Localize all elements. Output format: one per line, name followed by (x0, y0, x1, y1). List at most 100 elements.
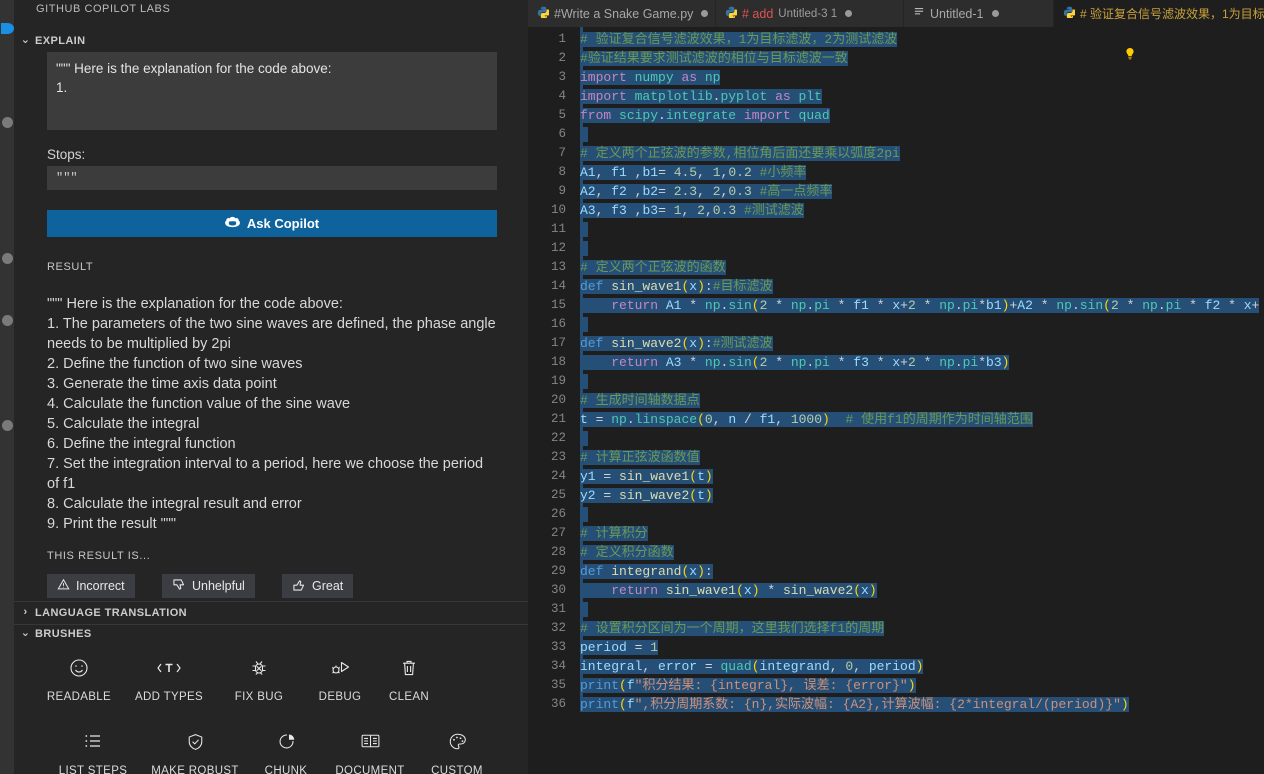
code-line[interactable]: # 定义积分函数 (580, 543, 674, 562)
explain-prompt-textarea[interactable] (47, 52, 497, 130)
code-line[interactable]: return sin_wave1(x) * sin_wave2(x) (580, 581, 877, 600)
code-line[interactable]: A2, f2 ,b2= 2.3, 2,0.3 #高一点频率 (580, 182, 833, 201)
feedback-unhelpful-label: Unhelpful (192, 579, 245, 593)
brush-fix-bug[interactable]: FIX BUG (214, 658, 304, 703)
line-number: 16 (550, 317, 566, 331)
brush-add-types[interactable]: ADD TYPES (124, 658, 214, 703)
line-number: 4 (558, 89, 566, 103)
editor-tab-snake-game[interactable]: #Write a Snake Game.py (528, 0, 716, 27)
code-line[interactable]: # 计算正弦波函数值 (580, 448, 700, 467)
code-line[interactable]: # 验证复合信号滤波效果，1为目标滤波，2为测试滤波 (580, 30, 898, 49)
feedback-great-button[interactable]: Great (282, 574, 354, 598)
chevron-down-icon: ⌄ (20, 627, 31, 639)
unsaved-dot-icon[interactable] (845, 10, 853, 17)
code-line[interactable] (580, 239, 588, 258)
code-line[interactable]: import matplotlib.pyplot as plt (580, 87, 822, 106)
section-label-explain: EXPLAIN (35, 35, 86, 47)
brush-clean[interactable]: CLEAN (364, 658, 454, 703)
editor-tab-untitled-1[interactable]: Untitled-1 (904, 0, 1054, 27)
code-line[interactable]: A1, f1 ,b1= 4.5, 1,0.2 #小频率 (580, 163, 807, 182)
line-number: 27 (550, 526, 566, 540)
line-number: 11 (550, 222, 566, 236)
palette-icon (412, 732, 502, 758)
line-number: 26 (550, 507, 566, 521)
code-line[interactable]: import numpy as np (580, 68, 721, 87)
code-line[interactable] (580, 125, 588, 144)
code-line[interactable] (580, 429, 588, 448)
ask-copilot-button[interactable]: Ask Copilot (47, 210, 497, 237)
line-number-gutter: 1 2 3 4 5 6 7 8 9 10 11 12 13 14 15 16 17 18 19 20 21 22 23 24 2… (528, 27, 580, 774)
activity-item-explorer[interactable] (0, 18, 14, 40)
search-icon (2, 117, 13, 128)
code-line[interactable]: # 设置积分区间为一个周期，这里我们选择f1的周期 (580, 619, 885, 638)
brush-custom[interactable]: CUSTOM (412, 732, 502, 774)
code-line[interactable]: t = np.linspace(0, n / f1, 1000) # 使用f1的… (580, 410, 1033, 429)
thumbs-down-icon (172, 578, 186, 595)
feedback-unhelpful-button[interactable]: Unhelpful (162, 574, 255, 598)
activity-item-source-control[interactable] (0, 248, 14, 270)
code-line[interactable]: print(f",积分周期系数: {n},实际波幅: {A2},计算波幅: {2… (580, 695, 1129, 714)
line-number: 8 (558, 165, 566, 179)
feedback-incorrect-label: Incorrect (76, 579, 125, 593)
copilot-labs-icon (2, 420, 13, 431)
code-line[interactable] (580, 600, 588, 619)
code-line[interactable]: def sin_wave2(x):#测试滤波 (580, 334, 773, 353)
line-number: 25 (550, 488, 566, 502)
brush-label: CUSTOM (431, 765, 483, 774)
activity-item-search[interactable] (0, 112, 14, 134)
code-line[interactable]: y2 = sin_wave2(t) (580, 486, 713, 505)
brush-document[interactable]: DOCUMENT (325, 732, 415, 774)
brush-readable[interactable]: READABLE (34, 658, 124, 703)
line-number: 15 (550, 298, 566, 312)
brush-chunk[interactable]: CHUNK (241, 732, 331, 774)
code-line[interactable]: y1 = sin_wave1(t) (580, 467, 713, 486)
code-line[interactable]: period = 1 (580, 638, 659, 657)
unsaved-dot-icon[interactable] (991, 10, 999, 17)
line-number: 10 (550, 203, 566, 217)
editor-tab-label: Untitled-1 (930, 6, 984, 21)
feedback-incorrect-button[interactable]: Incorrect (47, 574, 135, 598)
code-line[interactable]: #验证结果要求测试滤波的相位与目标滤波一致 (580, 49, 848, 68)
brush-make-robust[interactable]: MAKE ROBUST (150, 732, 240, 774)
brush-label: CHUNK (264, 765, 308, 774)
smiley-icon (34, 658, 124, 684)
activity-item-run-debug[interactable] (0, 310, 14, 332)
section-header-language-translation[interactable]: › LANGUAGE TRANSLATION (14, 601, 528, 625)
line-number: 31 (550, 602, 566, 616)
code-line[interactable]: return A1 * np.sin(2 * np.pi * f1 * x+2 … (580, 296, 1260, 315)
code-line[interactable]: def sin_wave1(x):#目标滤波 (580, 277, 773, 296)
editor-area: #Write a Snake Game.py # add Untitled-3 … (528, 0, 1264, 774)
code-line[interactable] (580, 220, 588, 239)
code-line[interactable]: A3, f3 ,b3= 1, 2,0.3 #测试滤波 (580, 201, 804, 220)
code-line[interactable] (580, 372, 588, 391)
code-line[interactable]: # 计算积分 (580, 524, 648, 543)
editor-tab-untitled-3[interactable]: # add Untitled-3 1 (716, 0, 904, 27)
code-line[interactable]: # 生成时间轴数据点 (580, 391, 700, 410)
section-header-brushes[interactable]: ⌄ BRUSHES (14, 623, 528, 645)
activity-item-copilot-labs[interactable] (0, 415, 14, 437)
stops-input[interactable] (47, 166, 497, 190)
code-line[interactable] (580, 315, 588, 334)
line-number: 29 (550, 564, 566, 578)
code-line[interactable]: print(f"积分结果: {integral}, 误差: {error}") (580, 676, 916, 695)
code-line[interactable] (580, 505, 588, 524)
panel-title: GITHUB COPILOT LABS (36, 3, 171, 15)
editor-tab-active-filter-verify[interactable]: # 验证复合信号滤波效果，1为目标滤波 (1054, 0, 1264, 27)
code-line[interactable]: from scipy.integrate import quad (580, 106, 830, 125)
book-icon (325, 732, 415, 758)
line-number: 21 (550, 412, 566, 426)
lightbulb-quickfix-icon[interactable] (1122, 47, 1137, 62)
code-line[interactable]: integral, error = quad(integrand, 0, per… (580, 657, 924, 676)
code-line[interactable]: return A3 * np.sin(2 * np.pi * f3 * x+2 … (580, 353, 1010, 372)
section-header-explain[interactable]: ⌄ EXPLAIN (14, 30, 528, 52)
line-number: 6 (558, 127, 566, 141)
brush-list-steps[interactable]: LIST STEPS (48, 732, 138, 774)
code-content[interactable]: # 验证复合信号滤波效果，1为目标滤波，2为测试滤波 #验证结果要求测试滤波的相位… (580, 27, 1264, 774)
chevron-down-icon: ⌄ (20, 34, 31, 46)
unsaved-dot-icon[interactable] (701, 10, 709, 17)
code-line[interactable]: # 定义两个正弦波的函数 (580, 258, 726, 277)
result-label: RESULT (47, 261, 94, 273)
code-line[interactable]: def integrand(x): (580, 562, 713, 581)
code-line[interactable]: # 定义两个正弦波的参数,相位角后面还要乘以弧度2pi (580, 144, 900, 163)
line-number: 32 (550, 621, 566, 635)
